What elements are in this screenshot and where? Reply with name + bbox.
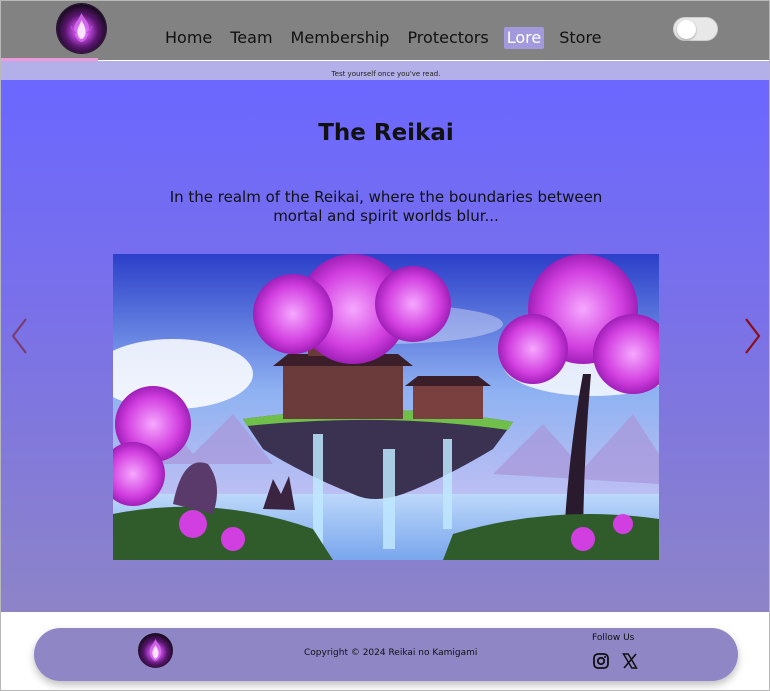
carousel-next-button[interactable] [741,316,763,356]
chevron-right-icon [745,318,761,354]
flame-logo-icon [149,639,162,661]
announcement-text: Test yourself once you've read. [331,70,441,78]
floating-island-illustration [113,254,659,560]
nav-protectors[interactable]: Protectors [401,27,494,49]
nav-membership[interactable]: Membership [285,27,396,49]
copyright-text: Copyright © 2024 Reikai no Kamigami [304,648,478,658]
carousel-prev-button[interactable] [9,316,31,356]
nav-store[interactable]: Store [553,27,607,49]
page: Home Team Membership Protectors Lore Sto… [0,0,770,691]
main-nav: Home Team Membership Protectors Lore Sto… [159,27,614,49]
follow-us-label: Follow Us [592,633,635,643]
lore-section: The Reikai In the realm of the Reikai, w… [1,80,769,612]
instagram-icon[interactable] [592,652,610,670]
nav-lore[interactable]: Lore [503,27,545,49]
nav-home[interactable]: Home [159,27,218,49]
announcement-bar: Test yourself once you've read. [1,61,769,80]
site-footer: Copyright © 2024 Reikai no Kamigami Foll… [34,628,738,681]
theme-toggle[interactable] [673,17,718,41]
site-logo[interactable] [57,4,106,53]
toggle-knob [677,20,696,39]
lore-intro-text: In the realm of the Reikai, where the bo… [169,188,603,225]
chevron-left-icon [11,318,27,354]
x-icon[interactable] [621,652,639,670]
page-title: The Reikai [318,120,454,146]
social-links [592,652,639,670]
footer-area: Copyright © 2024 Reikai no Kamigami Foll… [1,612,769,690]
nav-team[interactable]: Team [224,27,278,49]
site-header: Home Team Membership Protectors Lore Sto… [1,1,769,61]
flame-logo-icon [70,13,93,42]
footer-logo[interactable] [138,633,173,668]
carousel-slide-image [113,254,659,560]
